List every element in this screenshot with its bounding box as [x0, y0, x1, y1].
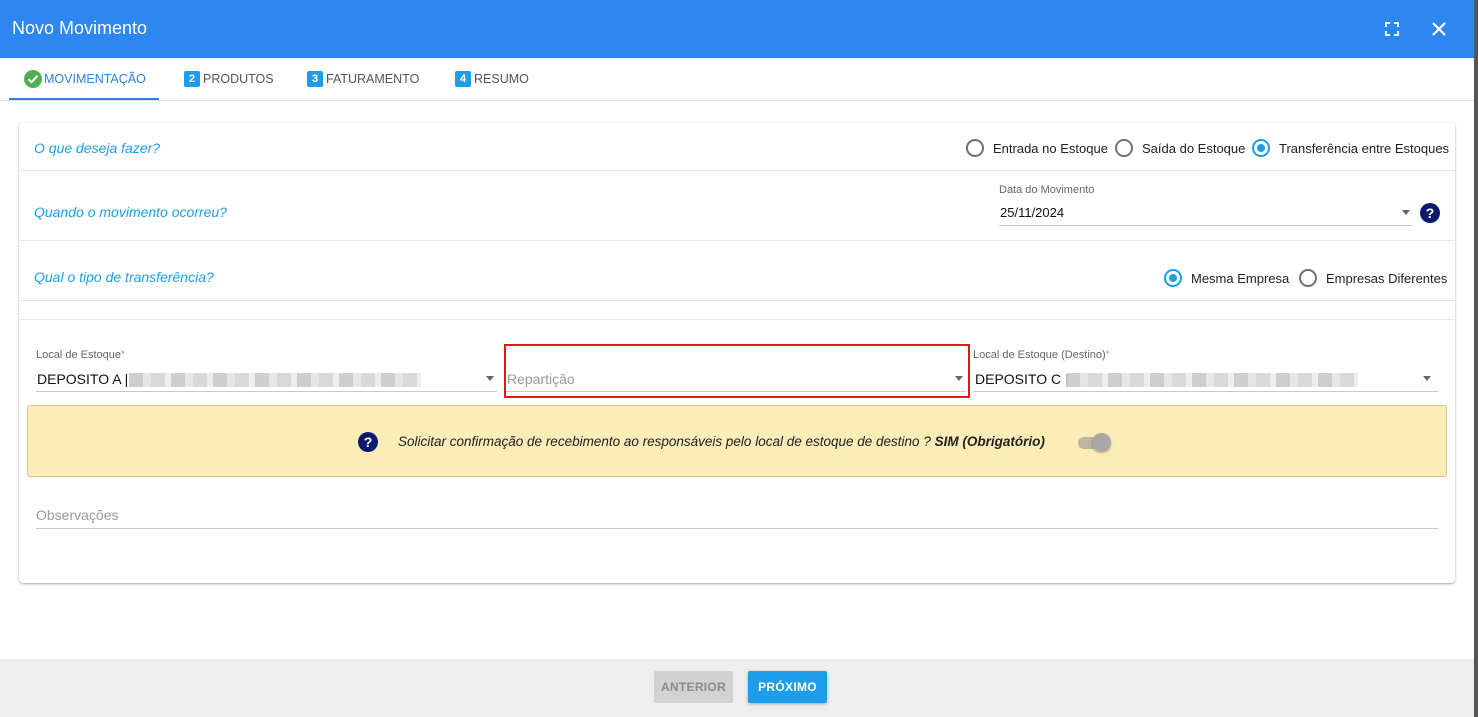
dialog-header: Novo Movimento — [0, 0, 1474, 58]
radio-label: Empresas Diferentes — [1326, 270, 1448, 286]
date-field[interactable]: 25/11/2024 — [1000, 205, 1064, 220]
operation-question: O que deseja fazer? — [34, 140, 161, 156]
confirmation-question: Solicitar confirmação de recebimento ao … — [398, 434, 931, 449]
dialog-footer: ANTERIOR PRÓXIMO — [0, 659, 1474, 717]
confirmation-toggle[interactable] — [1078, 431, 1112, 453]
radio-circle — [966, 139, 984, 157]
divider — [19, 240, 1455, 241]
required-mark: * — [1105, 349, 1110, 359]
help-icon[interactable]: ? — [358, 432, 378, 452]
tab-movimentacao[interactable]: MOVIMENTAÇÃO — [9, 58, 159, 100]
stock-location-label: Local de Estoque* — [36, 349, 125, 361]
radio-circle-selected — [1252, 139, 1270, 157]
confirmation-notice: ? Solicitar confirmação de recebimento a… — [27, 405, 1447, 477]
destination-location-select[interactable]: DEPOSITO C | — [975, 371, 1069, 387]
transfer-type-question: Qual o tipo de transferência? — [34, 269, 214, 285]
tab-resumo[interactable]: 4 RESUMO — [455, 58, 529, 100]
date-label: Data do Movimento — [999, 184, 1095, 196]
radio-transferencia[interactable]: Transferência entre Estoques — [1252, 139, 1449, 157]
tab-label: PRODUTOS — [203, 72, 274, 86]
observations-input[interactable]: Observações — [36, 507, 118, 523]
step-number: 2 — [184, 71, 200, 87]
radio-circle-selected — [1164, 269, 1182, 287]
highlight-box — [504, 344, 970, 398]
radio-mesma-empresa[interactable]: Mesma Empresa — [1164, 269, 1289, 287]
tab-label: RESUMO — [474, 72, 529, 86]
toggle-knob — [1092, 433, 1111, 452]
divider — [19, 170, 1455, 171]
confirmation-status: SIM (Obrigatório) — [934, 434, 1045, 449]
dialog-title: Novo Movimento — [12, 18, 148, 38]
radio-label: Mesma Empresa — [1191, 270, 1290, 286]
active-tab-indicator — [9, 98, 159, 100]
radio-empresas-diferentes[interactable]: Empresas Diferentes — [1299, 269, 1447, 287]
stock-location-select[interactable]: DEPOSITO A | — [37, 371, 128, 387]
radio-label: Transferência entre Estoques — [1279, 140, 1450, 156]
divider — [19, 300, 1455, 301]
destination-dropdown-icon[interactable] — [1423, 376, 1431, 381]
stepper-tabs: MOVIMENTAÇÃO 2 PRODUTOS 3 FATURAMENTO 4 … — [0, 58, 1474, 101]
tab-label: MOVIMENTAÇÃO — [44, 72, 146, 86]
stock-location-underline — [36, 391, 497, 392]
radio-label: Saída do Estoque — [1142, 140, 1246, 156]
tab-label: FATURAMENTO — [326, 72, 420, 86]
destination-underline — [973, 391, 1438, 392]
observations-underline — [36, 528, 1438, 529]
confirmation-text: Solicitar confirmação de recebimento ao … — [398, 434, 1045, 449]
required-mark: * — [121, 349, 125, 359]
tab-produtos[interactable]: 2 PRODUTOS — [184, 58, 274, 100]
divider — [19, 319, 1455, 320]
date-question: Quando o movimento ocorreu? — [34, 204, 227, 220]
stock-location-dropdown-icon[interactable] — [486, 376, 494, 381]
step-number: 4 — [455, 71, 471, 87]
next-button[interactable]: PRÓXIMO — [748, 671, 827, 703]
radio-circle — [1299, 269, 1317, 287]
tab-faturamento[interactable]: 3 FATURAMENTO — [307, 58, 419, 100]
redacted-text — [129, 373, 421, 387]
previous-button[interactable]: ANTERIOR — [654, 671, 733, 703]
stock-location-label-text: Local de Estoque — [36, 349, 122, 361]
radio-label: Entrada no Estoque — [993, 140, 1108, 156]
date-dropdown-icon[interactable] — [1402, 210, 1410, 215]
destination-location-label-text: Local de Estoque (Destino) — [973, 349, 1106, 361]
window-edge — [1474, 0, 1478, 717]
radio-circle — [1115, 139, 1133, 157]
date-underline — [999, 225, 1412, 226]
fullscreen-icon[interactable] — [1379, 16, 1405, 42]
close-icon[interactable] — [1426, 16, 1452, 42]
destination-location-label: Local de Estoque (Destino)* — [973, 349, 1109, 361]
radio-entrada[interactable]: Entrada no Estoque — [966, 139, 1108, 157]
redacted-text — [1066, 373, 1358, 387]
step-number: 3 — [307, 71, 323, 87]
check-icon — [24, 70, 42, 88]
help-icon[interactable]: ? — [1420, 203, 1440, 223]
radio-saida[interactable]: Saída do Estoque — [1115, 139, 1245, 157]
